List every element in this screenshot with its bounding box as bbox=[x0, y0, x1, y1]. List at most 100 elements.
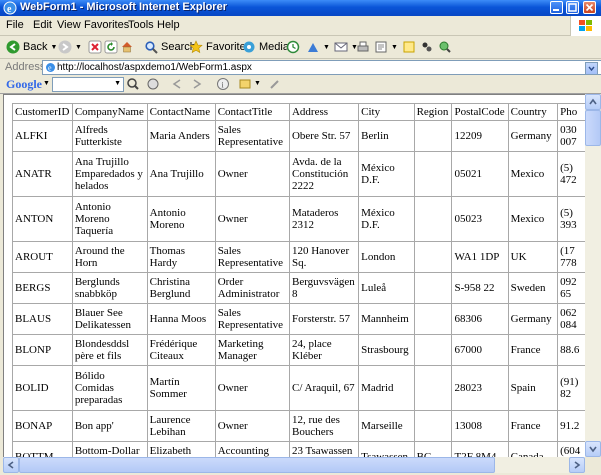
cell-customer-id: BERGS bbox=[12, 272, 73, 304]
cell-country: France bbox=[507, 334, 559, 366]
column-header: CompanyName bbox=[71, 103, 148, 121]
table-row: BOLID Bólido Comidas preparadas Martín Som… bbox=[12, 365, 586, 411]
menu-bar: File Edit View Favorites Tools Help bbox=[0, 16, 601, 36]
menu-edit[interactable]: Edit bbox=[33, 19, 52, 31]
cell-customer-id: AROUT bbox=[12, 241, 73, 273]
cell-contact-title: Sales Representative bbox=[214, 303, 290, 335]
stop-button[interactable] bbox=[88, 39, 102, 55]
cell-customer-id: BLAUS bbox=[12, 303, 73, 335]
cell-customer-id: ANTON bbox=[12, 196, 73, 242]
cell-phone: (604 555 bbox=[557, 441, 586, 458]
vertical-scroll-thumb[interactable] bbox=[585, 110, 601, 146]
previous-icon[interactable] bbox=[170, 77, 184, 91]
forward-button[interactable]: ▼ bbox=[58, 39, 82, 55]
vertical-scrollbar[interactable] bbox=[585, 94, 601, 457]
history-button[interactable] bbox=[286, 39, 300, 55]
scroll-right-button[interactable] bbox=[569, 457, 585, 473]
cell-postal-code: 05021 bbox=[451, 151, 509, 197]
minimize-button[interactable] bbox=[550, 1, 563, 14]
home-button[interactable] bbox=[120, 39, 134, 55]
horizontal-scrollbar[interactable] bbox=[3, 457, 585, 473]
cell-address: 12, rue des Bouchers bbox=[288, 410, 360, 442]
cell-city: México D.F. bbox=[358, 151, 415, 197]
menu-help[interactable]: Help bbox=[157, 19, 180, 31]
menu-tools[interactable]: Tools bbox=[128, 19, 154, 31]
cell-contact-title: Owner bbox=[214, 151, 290, 197]
chevron-down-icon bbox=[588, 66, 595, 72]
cell-contact-title: Sales Representative bbox=[214, 241, 290, 273]
search-site-icon[interactable] bbox=[146, 77, 160, 91]
chevron-down-icon bbox=[589, 446, 597, 453]
chevron-down-icon: ▼ bbox=[254, 80, 261, 87]
discuss-button[interactable] bbox=[402, 39, 416, 55]
edit-button[interactable]: ▼ bbox=[374, 39, 398, 55]
research-icon bbox=[439, 41, 451, 53]
back-arrow-icon bbox=[6, 40, 20, 54]
mail-button[interactable]: ▼ bbox=[334, 39, 358, 55]
google-search-input[interactable]: ▼ bbox=[52, 77, 124, 92]
stop-icon bbox=[88, 40, 102, 54]
cell-company-name: Blondesddsl père et fils bbox=[71, 334, 148, 366]
cell-city: Tsawassen bbox=[358, 441, 415, 458]
media-icon bbox=[243, 41, 255, 53]
pencil-icon[interactable] bbox=[268, 77, 282, 91]
cell-city: Strasbourg bbox=[358, 334, 415, 366]
page-icon: e bbox=[46, 63, 55, 73]
address-dropdown-button[interactable] bbox=[585, 62, 598, 75]
cell-company-name: Ana Trujillo Emparedados y helados bbox=[71, 151, 148, 197]
scroll-left-button[interactable] bbox=[3, 457, 19, 473]
cell-region bbox=[413, 303, 453, 335]
svg-text:e: e bbox=[48, 64, 52, 73]
back-button[interactable]: Back ▼ bbox=[6, 39, 57, 55]
note-icon bbox=[403, 41, 415, 53]
column-header: Pho bbox=[557, 103, 586, 121]
refresh-button[interactable] bbox=[104, 39, 118, 55]
title-bar[interactable]: e WebForm1 - Microsoft Internet Explorer bbox=[0, 0, 601, 16]
google-toolbar: Google ▼ ▼ i ▼ bbox=[0, 76, 601, 94]
cell-customer-id: BONAP bbox=[12, 410, 73, 442]
cell-company-name: Bottom-Dollar Markets bbox=[71, 441, 148, 458]
svg-text:e: e bbox=[7, 4, 12, 15]
menu-favorites[interactable]: Favorites bbox=[84, 19, 129, 31]
scrollbar-corner bbox=[585, 457, 601, 473]
cell-contact-name: Laurence Lebihan bbox=[146, 410, 216, 442]
table-row: BERGS Berglunds snabbköp Christina Berglun… bbox=[12, 272, 586, 304]
cell-contact-name: Ana Trujillo bbox=[146, 151, 216, 197]
back-label: Back bbox=[23, 41, 48, 53]
cell-company-name: Blauer See Delikatessen bbox=[71, 303, 148, 335]
messenger-button[interactable] bbox=[420, 39, 434, 55]
scroll-up-button[interactable] bbox=[585, 94, 601, 110]
maximize-button[interactable] bbox=[566, 1, 579, 14]
search-web-icon[interactable] bbox=[126, 77, 140, 91]
menu-view[interactable]: View bbox=[57, 19, 81, 31]
media-button[interactable]: Media bbox=[242, 39, 289, 55]
windows-flag-icon bbox=[579, 20, 592, 31]
print-button[interactable] bbox=[356, 39, 370, 55]
table-body: CustomerID CompanyName ContactName ContactT… bbox=[12, 103, 586, 458]
google-logo[interactable]: Google bbox=[6, 77, 42, 92]
info-icon[interactable]: i bbox=[216, 77, 230, 91]
star-icon bbox=[189, 40, 203, 54]
next-icon[interactable] bbox=[190, 77, 204, 91]
highlight-icon[interactable] bbox=[238, 77, 252, 91]
cell-contact-name: Martín Sommer bbox=[146, 365, 216, 411]
address-bar: Address e http://localhost/aspxdemo1/Web… bbox=[0, 59, 601, 77]
cell-company-name: Around the Horn bbox=[71, 241, 148, 273]
home-icon bbox=[122, 42, 132, 53]
address-input[interactable]: e http://localhost/aspxdemo1/WebForm1.as… bbox=[42, 60, 601, 75]
cell-postal-code: S-958 22 bbox=[451, 272, 509, 304]
cell-country: Germany bbox=[507, 303, 559, 335]
research-button[interactable] bbox=[438, 39, 452, 55]
cell-contact-title: Owner bbox=[214, 410, 290, 442]
cell-address: C/ Araquil, 67 bbox=[288, 365, 360, 411]
cell-contact-name: Antonio Moreno bbox=[146, 196, 216, 242]
history-dropdown-button[interactable]: ▼ bbox=[306, 39, 330, 55]
close-button[interactable] bbox=[583, 1, 596, 14]
horizontal-scroll-thumb[interactable] bbox=[19, 457, 495, 473]
chevron-left-icon bbox=[7, 461, 14, 469]
chevron-down-icon: ▼ bbox=[323, 43, 330, 51]
menu-file[interactable]: File bbox=[6, 19, 24, 31]
scroll-down-button[interactable] bbox=[585, 441, 601, 457]
table-row: BLAUS Blauer See Delikatessen Hanna Moos Sa… bbox=[12, 303, 586, 335]
cell-phone: 91.2 bbox=[557, 410, 586, 442]
